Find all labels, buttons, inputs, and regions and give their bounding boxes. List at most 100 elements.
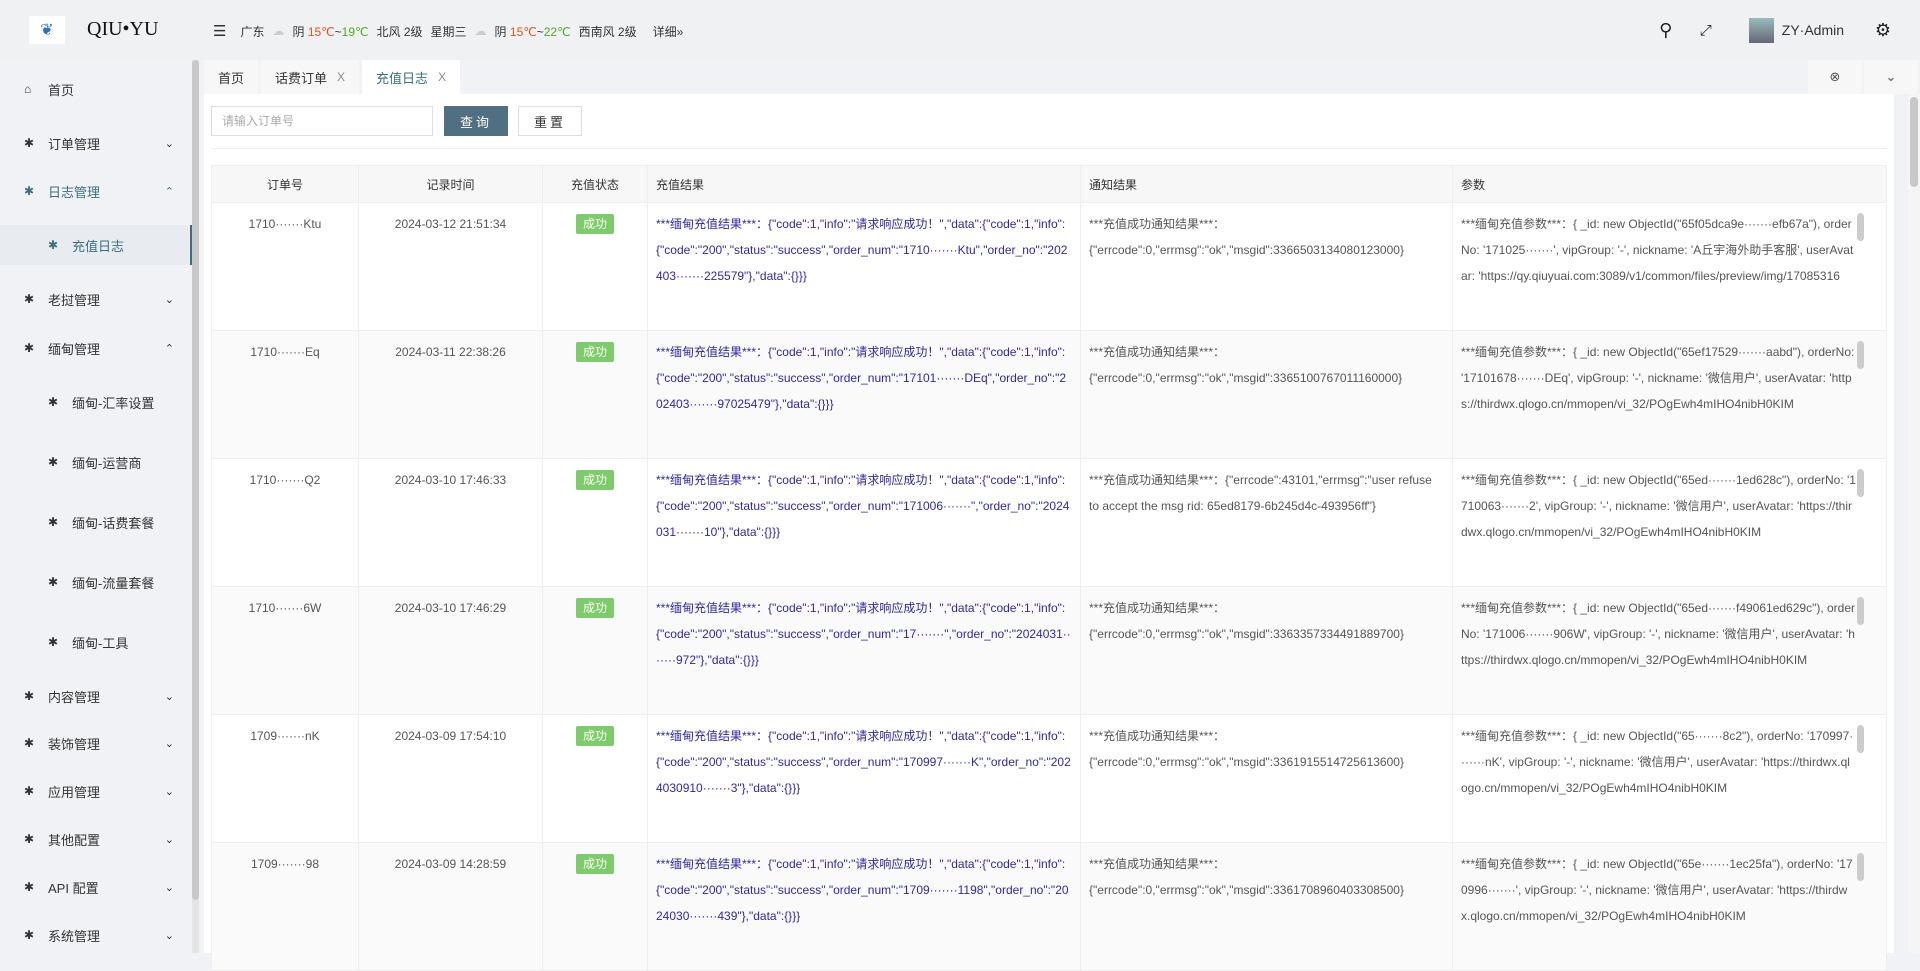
chevron-down-icon: ⌄: [164, 137, 174, 150]
weather-city: 广东: [240, 24, 265, 39]
notify-result: ***充值成功通知结果***：{"errcode":43101,"errmsg"…: [1080, 458, 1453, 587]
status-badge: 成功: [575, 598, 614, 618]
sidebar-item-logs[interactable]: ✱ 日志管理 ⌃: [0, 171, 192, 211]
sidebar-item-label: 系统管理: [48, 928, 101, 944]
gear-icon: ✱: [24, 184, 35, 198]
record-time: 2024-03-12 21:51:34: [358, 202, 543, 331]
home-icon: ⌂: [24, 82, 32, 96]
chevron-up-icon: ⌃: [164, 342, 174, 355]
status-badge: 成功: [575, 214, 614, 234]
sidebar-item-label: API 配置: [48, 880, 99, 896]
sidebar-item-decoration[interactable]: ✱ 装饰管理 ⌄: [0, 723, 192, 763]
params-text: ***缅甸充值参数***：{ _id: new ObjectId("65e···…: [1461, 857, 1853, 923]
params-text: ***缅甸充值参数***：{ _id: new ObjectId("65ed··…: [1461, 601, 1856, 667]
weather-detail-link[interactable]: 详细»: [653, 23, 684, 40]
cell-scrollbar[interactable]: [1857, 597, 1864, 625]
notify-result: ***充值成功通知结果***：{"errcode":0,"errmsg":"ok…: [1080, 586, 1453, 715]
tab-recharge-log[interactable]: 充值日志 X: [362, 60, 461, 94]
temp-low: 15℃: [509, 24, 537, 39]
status-badge: 成功: [575, 854, 614, 874]
gear-icon: ✱: [48, 238, 59, 252]
tab-label: 首页: [218, 70, 245, 86]
recharge-result: ***缅甸充值结果***：{"code":1,"info":"请求响应成功！",…: [647, 586, 1081, 715]
sidebar-item-recharge-log[interactable]: ✱ 充值日志: [0, 225, 192, 265]
chevron-down-icon: ⌄: [164, 929, 174, 942]
notify-result: ***充值成功通知结果***：{"errcode":0,"errmsg":"ok…: [1080, 330, 1453, 459]
cell-scrollbar[interactable]: [1857, 853, 1864, 881]
fullscreen-icon[interactable]: ⤢: [1691, 22, 1721, 39]
gear-icon[interactable]: ⚙: [1868, 20, 1898, 41]
weather-weekday: 星期三: [430, 24, 467, 39]
main-scrollbar[interactable]: [1908, 94, 1920, 953]
sidebar-item-other-config[interactable]: ✱ 其他配置 ⌄: [0, 819, 192, 859]
sidebar-item-myanmar[interactable]: ✱ 缅甸管理 ⌃: [0, 328, 192, 368]
table-row: 1710·······Q2 2024-03-10 17:46:33 成功 ***缅甸充…: [211, 458, 1887, 587]
gear-icon: ✱: [24, 832, 35, 846]
chevron-down-icon: ⌄: [164, 833, 174, 846]
sidebar-item-operator[interactable]: ✱ 缅甸-运营商: [0, 442, 192, 482]
tab-phone-orders[interactable]: 话费订单 X: [261, 60, 360, 94]
gear-icon: ✱: [24, 292, 35, 306]
menu-toggle-icon[interactable]: ☰: [213, 22, 226, 40]
search-icon[interactable]: ⚲: [1651, 20, 1681, 41]
status-cell: 成功: [542, 458, 648, 587]
sidebar-item-apps[interactable]: ✱ 应用管理 ⌄: [0, 771, 192, 811]
gear-icon: ✱: [48, 395, 59, 409]
column-header: 通知结果: [1080, 165, 1453, 203]
record-time: 2024-03-11 22:38:26: [358, 330, 543, 459]
temp-high: 19℃: [341, 24, 369, 39]
sidebar-item-exchange-rate[interactable]: ✱ 缅甸-汇率设置: [0, 382, 192, 422]
sidebar-item-laos[interactable]: ✱ 老挝管理 ⌄: [0, 279, 192, 319]
sidebar-item-label: 装饰管理: [48, 736, 101, 752]
params-cell: ***缅甸充值参数***：{ _id: new ObjectId("65ed··…: [1452, 458, 1887, 587]
status-badge: 成功: [575, 342, 614, 362]
sidebar-scrollbar[interactable]: [192, 60, 199, 953]
sidebar-item-system[interactable]: ✱ 系统管理 ⌄: [0, 915, 192, 955]
order-number: 1709·······98: [211, 842, 359, 971]
column-header: 参数: [1452, 165, 1887, 203]
sidebar-item-label: 老挝管理: [48, 292, 101, 308]
cell-scrollbar[interactable]: [1857, 213, 1864, 241]
table-row: 1709·······nK 2024-03-09 17:54:10 成功 ***缅甸充…: [211, 714, 1887, 843]
top-header: ❦ QIU•YU ☰ 广东 ☁ 阴 15℃~19℃ 北风 2级 星期三 ☁ 阴 …: [0, 0, 1920, 60]
weather-cond: 阴: [494, 24, 507, 39]
query-button[interactable]: 查询: [444, 106, 508, 136]
cell-scrollbar[interactable]: [1857, 725, 1864, 753]
notify-result: ***充值成功通知结果***：{"errcode":0,"errmsg":"ok…: [1080, 202, 1453, 331]
logo[interactable]: ❦: [29, 16, 65, 44]
params-cell: ***缅甸充值参数***：{ _id: new ObjectId("65ed··…: [1452, 586, 1887, 715]
cell-scrollbar[interactable]: [1857, 341, 1864, 369]
chevron-down-icon[interactable]: ⌄: [1864, 60, 1918, 94]
sidebar-item-phone-plan[interactable]: ✱ 缅甸-话费套餐: [0, 502, 192, 542]
avatar[interactable]: [1748, 17, 1774, 43]
order-number: 1710·······6W: [211, 586, 359, 715]
reset-button[interactable]: 重置: [518, 106, 582, 136]
params-text: ***缅甸充值参数***：{ _id: new ObjectId("65ef17…: [1461, 345, 1855, 411]
sidebar-item-content[interactable]: ✱ 内容管理 ⌄: [0, 676, 192, 716]
main-content: 查询 重置 订单号 记录时间 充值状态 充值结果 通知结果 参数 1710···…: [204, 94, 1894, 971]
params-text: ***缅甸充值参数***：{ _id: new ObjectId("65ed··…: [1461, 473, 1856, 539]
close-icon[interactable]: X: [438, 70, 446, 84]
order-number-input[interactable]: [211, 106, 433, 136]
status-badge: 成功: [575, 470, 614, 490]
status-cell: 成功: [542, 202, 648, 331]
user-name[interactable]: ZY·Admin: [1782, 22, 1844, 38]
sidebar-item-tools[interactable]: ✱ 缅甸-工具: [0, 622, 192, 662]
column-header: 充值状态: [542, 165, 648, 203]
sidebar-item-home[interactable]: ⌂ 首页: [0, 69, 192, 109]
sidebar-item-label: 首页: [48, 82, 75, 98]
close-icon[interactable]: X: [337, 70, 345, 84]
tab-home[interactable]: 首页: [204, 60, 259, 94]
gear-icon: ✱: [24, 136, 35, 150]
brand-name: QIU•YU: [87, 18, 159, 40]
sidebar-item-orders[interactable]: ✱ 订单管理 ⌄: [0, 123, 192, 163]
record-time: 2024-03-10 17:46:29: [358, 586, 543, 715]
cell-scrollbar[interactable]: [1857, 469, 1864, 497]
sidebar-item-data-plan[interactable]: ✱ 缅甸-流量套餐: [0, 562, 192, 602]
gear-icon: ✱: [48, 515, 59, 529]
close-all-tabs-icon[interactable]: ⊗: [1808, 60, 1862, 94]
order-number: 1710·······Q2: [211, 458, 359, 587]
order-number: 1710·······Ktu: [211, 202, 359, 331]
sidebar-item-api-config[interactable]: ✱ API 配置 ⌄: [0, 867, 192, 907]
sidebar-item-label: 缅甸-运营商: [72, 455, 142, 471]
